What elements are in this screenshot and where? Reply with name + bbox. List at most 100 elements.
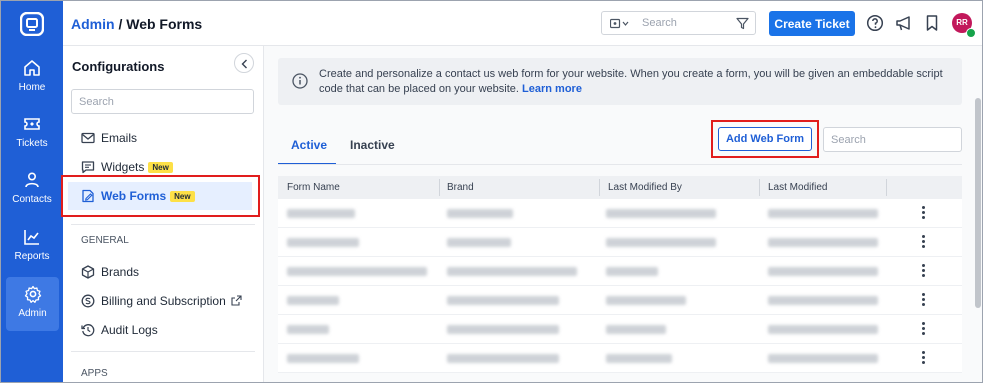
collapse-panel-button[interactable] xyxy=(234,53,254,73)
row-menu-icon[interactable] xyxy=(919,322,927,336)
tabs-divider xyxy=(278,164,962,165)
app-logo-icon[interactable] xyxy=(20,12,44,36)
history-icon xyxy=(81,324,95,337)
learn-more-link[interactable]: Learn more xyxy=(522,83,582,95)
external-link-icon[interactable] xyxy=(231,295,242,306)
forms-search-input[interactable]: Search xyxy=(823,127,962,152)
cube-icon xyxy=(81,265,95,279)
configurations-panel: Configurations Search Emails Widgets New … xyxy=(61,46,264,382)
column-header-form-name[interactable]: Form Name xyxy=(287,182,340,193)
rail-item-label: Tickets xyxy=(16,138,48,149)
redacted-modified-by xyxy=(606,238,716,247)
breadcrumb-separator: / xyxy=(114,16,127,32)
config-item-brands[interactable]: Brands xyxy=(63,258,263,286)
column-header-brand[interactable]: Brand xyxy=(447,182,474,193)
redacted-modified-date xyxy=(768,209,878,218)
table-row[interactable] xyxy=(278,315,962,344)
divider xyxy=(71,351,255,352)
rail-item-admin[interactable]: Admin xyxy=(6,277,59,331)
tab-active[interactable]: Active xyxy=(291,138,327,152)
home-icon xyxy=(24,60,40,76)
vertical-scrollbar[interactable] xyxy=(975,98,981,308)
redacted-form-name xyxy=(287,267,427,276)
table-row[interactable] xyxy=(278,286,962,315)
rail-item-contacts[interactable]: Contacts xyxy=(1,171,63,223)
online-status-icon xyxy=(966,28,976,38)
filter-icon[interactable] xyxy=(736,17,749,30)
table-row[interactable] xyxy=(278,199,962,228)
rail-item-tickets[interactable]: Tickets xyxy=(1,115,63,167)
config-item-emails[interactable]: Emails xyxy=(63,124,263,152)
ticket-icon xyxy=(24,118,40,130)
row-menu-icon[interactable] xyxy=(919,264,927,278)
chevron-left-icon xyxy=(241,59,247,69)
info-banner: Create and personalize a contact us web … xyxy=(278,58,962,105)
rail-item-label: Admin xyxy=(18,308,47,319)
config-item-label: Brands xyxy=(101,265,140,279)
table-row[interactable] xyxy=(278,257,962,286)
config-item-label: Emails xyxy=(101,131,138,145)
info-banner-text: Create and personalize a contact us web … xyxy=(319,67,949,97)
widget-icon xyxy=(81,161,95,174)
configurations-title: Configurations xyxy=(72,59,165,74)
redacted-modified-by xyxy=(606,325,666,334)
announcement-megaphone-icon[interactable] xyxy=(895,14,913,32)
help-icon[interactable] xyxy=(866,14,884,32)
section-label-general: GENERAL xyxy=(81,235,129,246)
redacted-brand xyxy=(447,238,511,247)
row-menu-icon[interactable] xyxy=(919,235,927,249)
app-window: Home Tickets Contacts Reports Admin Admi… xyxy=(0,0,983,383)
info-icon xyxy=(292,73,308,89)
bookmark-icon[interactable] xyxy=(923,14,941,32)
redacted-brand xyxy=(447,296,559,305)
redacted-form-name xyxy=(287,238,359,247)
row-menu-icon[interactable] xyxy=(919,206,927,220)
forms-search-placeholder: Search xyxy=(831,134,866,146)
redacted-brand xyxy=(447,209,513,218)
config-item-label: Audit Logs xyxy=(101,323,158,337)
config-item-label: Billing and Subscription xyxy=(101,294,226,308)
rail-item-label: Reports xyxy=(14,251,50,262)
redacted-modified-by xyxy=(606,296,686,305)
table-row[interactable] xyxy=(278,228,962,257)
breadcrumb-admin-link[interactable]: Admin xyxy=(71,16,115,32)
widgets-label: Widgets xyxy=(101,160,145,174)
contacts-icon xyxy=(25,172,39,188)
rail-item-label: Home xyxy=(18,82,46,93)
redacted-modified-date xyxy=(768,267,878,276)
rail-item-label: Contacts xyxy=(12,194,52,205)
column-header-last-modified[interactable]: Last Modified xyxy=(768,182,827,193)
redacted-form-name xyxy=(287,296,339,305)
admin-gear-icon xyxy=(24,285,41,303)
redacted-modified-date xyxy=(768,354,878,363)
redacted-brand xyxy=(447,267,577,276)
redacted-brand xyxy=(447,325,559,334)
rail-item-reports[interactable]: Reports xyxy=(1,228,63,280)
config-search-input[interactable]: Search xyxy=(71,89,254,114)
global-search[interactable]: Search xyxy=(601,11,756,35)
table-header: Form Name Brand Last Modified By Last Mo… xyxy=(278,176,962,199)
column-header-last-modified-by[interactable]: Last Modified By xyxy=(608,182,682,193)
redacted-modified-by xyxy=(606,209,716,218)
redacted-modified-by xyxy=(606,354,672,363)
config-item-audit-logs[interactable]: Audit Logs xyxy=(63,316,263,344)
new-badge: New xyxy=(148,162,173,173)
page-title: Web Forms xyxy=(126,16,203,32)
column-separator xyxy=(886,179,887,196)
top-header: Admin / Web Forms Search Create Ticket R… xyxy=(63,1,982,46)
highlight-box-add-web-form xyxy=(711,120,819,158)
redacted-modified-by xyxy=(606,267,658,276)
redacted-brand xyxy=(447,354,559,363)
billing-icon xyxy=(81,294,95,308)
search-scope-icon[interactable] xyxy=(610,18,630,30)
breadcrumb: Admin / Web Forms xyxy=(71,16,202,32)
row-menu-icon[interactable] xyxy=(919,351,927,365)
tab-inactive[interactable]: Inactive xyxy=(350,138,395,152)
rail-item-home[interactable]: Home xyxy=(1,59,63,111)
create-ticket-button[interactable]: Create Ticket xyxy=(769,11,855,36)
row-menu-icon[interactable] xyxy=(919,293,927,307)
table-row[interactable] xyxy=(278,344,962,373)
redacted-modified-date xyxy=(768,238,878,247)
config-item-billing[interactable]: Billing and Subscription xyxy=(63,287,263,315)
config-item-label: Widgets New xyxy=(101,160,173,174)
